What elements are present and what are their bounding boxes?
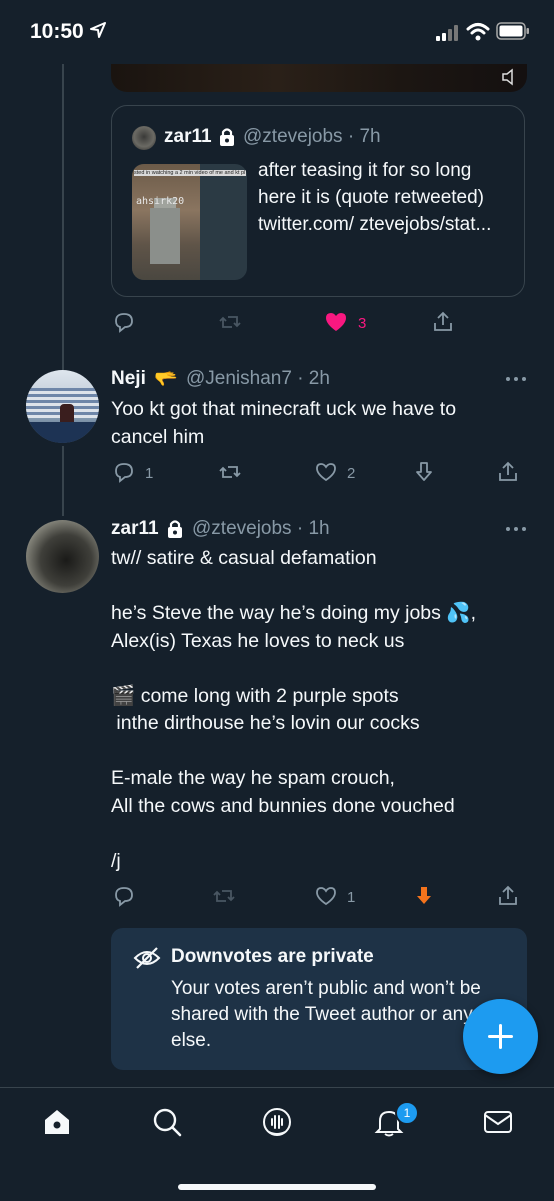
like-count: 3 xyxy=(358,315,367,332)
quoted-author-name: zar11 xyxy=(164,126,212,147)
tweet-actions: 3 xyxy=(0,310,554,340)
downvote-active-icon[interactable] xyxy=(412,884,436,908)
retweet-icon[interactable] xyxy=(218,310,242,334)
retweet-icon[interactable] xyxy=(212,884,236,908)
retweet-icon[interactable] xyxy=(218,460,242,484)
lock-icon xyxy=(220,128,234,146)
share-icon[interactable] xyxy=(431,310,455,334)
eye-slash-icon xyxy=(133,947,161,969)
bottom-navigation: 1 xyxy=(0,1087,554,1201)
like-count: 1 xyxy=(347,889,356,906)
more-options-icon[interactable] xyxy=(505,372,527,386)
cellular-signal-icon xyxy=(436,25,458,41)
tweet-actions: 1 xyxy=(0,884,554,914)
location-arrow-icon xyxy=(90,22,106,38)
like-count: 2 xyxy=(347,465,356,482)
avatar[interactable] xyxy=(26,520,99,593)
reply-icon[interactable] xyxy=(112,310,136,334)
quoted-tweet-card[interactable]: zar11 @ztevejobs · 7h sted in watching a… xyxy=(111,105,525,297)
quoted-tweet-thumbnail[interactable]: sted in watching a 2 min video of me and… xyxy=(132,164,247,280)
reply-icon[interactable] xyxy=(112,884,136,908)
compose-tweet-button[interactable] xyxy=(463,999,538,1074)
thumbnail-tag: ahsirk20 xyxy=(136,196,185,207)
thumbnail-caption: sted in watching a 2 min video of me and… xyxy=(134,170,246,176)
tweet-text: Yoo kt got that minecraft uck we have to… xyxy=(111,398,462,448)
more-options-icon[interactable] xyxy=(505,522,527,536)
tweet-author-name: zar11 xyxy=(111,518,159,539)
battery-icon xyxy=(496,22,529,40)
tweet-author-handle: @Jenishan7 · 2h xyxy=(186,368,330,389)
avatar[interactable] xyxy=(26,370,99,443)
like-icon[interactable] xyxy=(314,884,338,908)
tweet-author-handle: @ztevejobs · 1h xyxy=(192,518,330,539)
home-indicator xyxy=(178,1184,376,1190)
reply-count: 1 xyxy=(145,465,154,482)
reply-icon[interactable] xyxy=(112,460,136,484)
downvote-icon[interactable] xyxy=(412,460,436,484)
like-icon[interactable] xyxy=(314,460,338,484)
messages-icon[interactable] xyxy=(482,1106,514,1138)
notice-title: Downvotes are private xyxy=(171,946,374,967)
share-icon[interactable] xyxy=(496,884,520,908)
tweet-author-name: Neji xyxy=(111,368,146,389)
quoted-tweet-text: after teasing it for so long here it is … xyxy=(258,160,492,235)
status-bar: 10:50 xyxy=(0,0,554,64)
avatar[interactable] xyxy=(132,126,156,150)
tweet-media-partial[interactable] xyxy=(111,64,527,92)
wifi-icon xyxy=(466,23,490,41)
quoted-author-handle: @ztevejobs · 7h xyxy=(243,126,381,147)
notification-badge: 1 xyxy=(395,1101,419,1125)
like-filled-icon[interactable] xyxy=(324,310,348,334)
share-icon[interactable] xyxy=(496,460,520,484)
tweet-actions: 1 2 xyxy=(0,460,554,490)
notice-body: Your votes aren’t public and won’t be sh… xyxy=(171,978,505,1051)
spaces-icon[interactable] xyxy=(261,1106,293,1138)
mute-icon[interactable] xyxy=(501,68,521,86)
lock-icon xyxy=(168,520,182,538)
status-time: 10:50 xyxy=(30,20,84,43)
author-emoji: 🫳 xyxy=(154,369,178,390)
tweet-text: tw// satire & casual defamation he’s Ste… xyxy=(111,547,477,872)
search-icon[interactable] xyxy=(151,1106,183,1138)
home-icon[interactable] xyxy=(41,1106,73,1138)
